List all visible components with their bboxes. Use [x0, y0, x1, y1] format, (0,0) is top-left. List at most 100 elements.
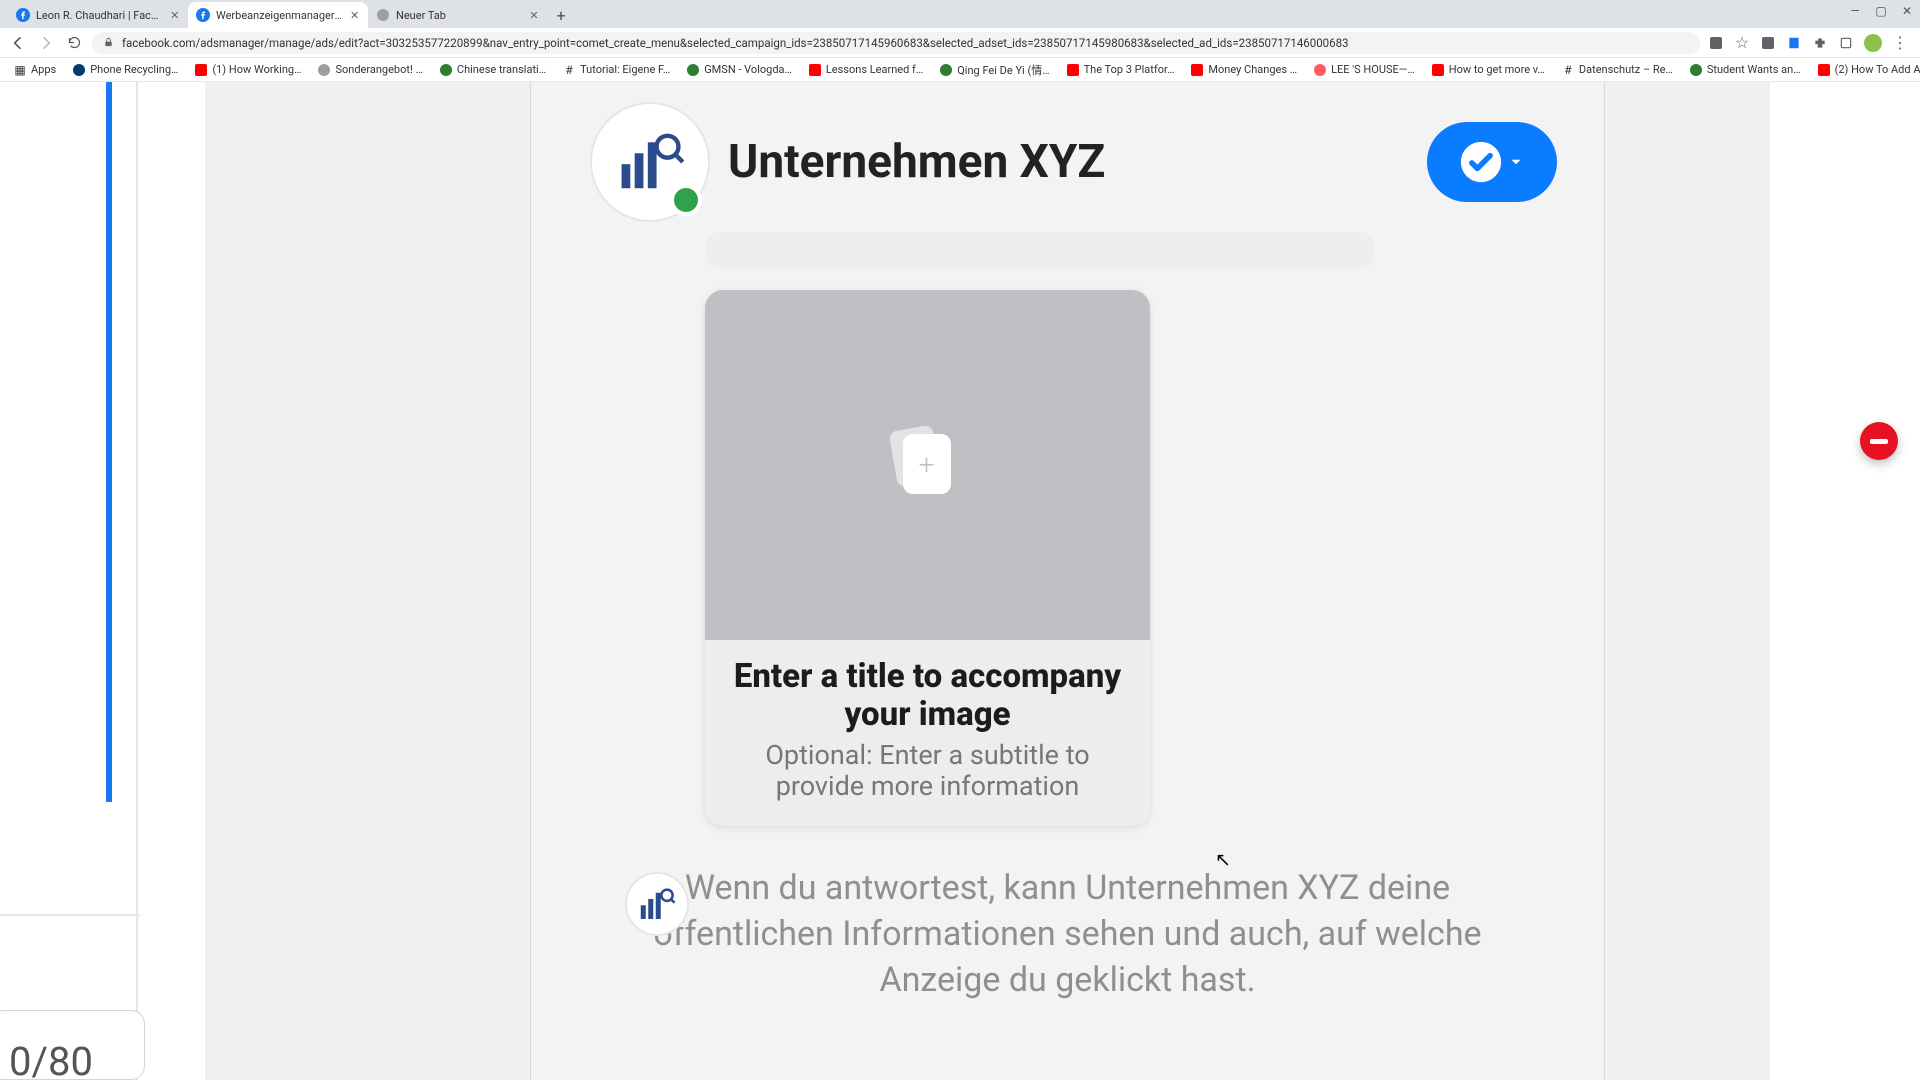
- stop-recording-button[interactable]: [1860, 422, 1898, 460]
- card-subtitle[interactable]: Optional: Enter a subtitle to provide mo…: [725, 740, 1130, 802]
- bookmark-label: Sonderangebot! …: [335, 63, 422, 76]
- bookmark-item[interactable]: Lessons Learned f…: [803, 61, 928, 79]
- bookmark-item[interactable]: (1) How Working…: [189, 61, 306, 79]
- browser-tab-2[interactable]: Neuer Tab ✕: [368, 2, 548, 28]
- menu-icon[interactable]: ⋮: [1892, 35, 1908, 51]
- counter-text: 0/80: [9, 1038, 93, 1080]
- bookmark-label: (2) How To Add A…: [1835, 63, 1920, 76]
- youtube-icon: [194, 63, 208, 77]
- bookmark-label: LEE 'S HOUSE—…: [1331, 63, 1415, 76]
- close-icon[interactable]: ✕: [528, 9, 540, 21]
- bookmark-item[interactable]: LEE 'S HOUSE—…: [1308, 61, 1420, 79]
- toolbar-right: ☆ ⋮: [1708, 34, 1912, 52]
- bookmark-item[interactable]: Qing Fei De Yi (情…: [934, 60, 1054, 80]
- presence-indicator: [670, 184, 702, 216]
- airbnb-icon: [1313, 63, 1327, 77]
- maximize-icon[interactable]: ▢: [1874, 4, 1888, 18]
- extension-icon[interactable]: [1760, 35, 1776, 51]
- facebook-icon: [16, 8, 30, 22]
- skeleton-bar: [705, 232, 1375, 268]
- bookmark-item[interactable]: Sonderangebot! …: [312, 61, 427, 79]
- puzzle-icon[interactable]: [1812, 35, 1828, 51]
- card-title[interactable]: Enter a title to accompany your image: [725, 658, 1130, 734]
- bookmark-label: The Top 3 Platfor…: [1084, 63, 1175, 76]
- bookmarks-bar: ▦Apps Phone Recycling… (1) How Working… …: [0, 58, 1920, 82]
- back-button[interactable]: [8, 33, 28, 53]
- dot-icon: [686, 63, 700, 77]
- bookmark-item[interactable]: # Tutorial: Eigene F…: [557, 61, 675, 79]
- bookmark-apps[interactable]: ▦Apps: [8, 61, 61, 79]
- url-text: facebook.com/adsmanager/manage/ads/edit?…: [122, 36, 1690, 50]
- bookmark-label: Chinese translati…: [457, 63, 546, 76]
- star-icon[interactable]: ☆: [1734, 35, 1750, 51]
- close-icon[interactable]: ✕: [349, 9, 360, 21]
- browser-tab-1[interactable]: Werbeanzeigenmanager - We ✕: [188, 2, 368, 28]
- saved-icon[interactable]: [1786, 35, 1802, 51]
- privacy-disclosure: Wenn du antwortest, kann Unternehmen XYZ…: [590, 866, 1545, 1004]
- close-window-icon[interactable]: ✕: [1900, 4, 1914, 18]
- bookmark-label: Phone Recycling…: [90, 63, 178, 76]
- minimize-icon[interactable]: —: [1848, 4, 1862, 18]
- bookmark-item[interactable]: Chinese translati…: [434, 61, 551, 79]
- mouse-cursor: ↖: [1215, 848, 1231, 871]
- page-content: 0/80 Unternehmen XYZ: [0, 82, 1920, 1080]
- reader-icon[interactable]: [1838, 35, 1854, 51]
- lock-icon: [102, 37, 114, 49]
- bookmark-item[interactable]: (2) How To Add A…: [1812, 61, 1920, 79]
- confirm-dropdown-button[interactable]: [1427, 122, 1557, 202]
- hash-icon: #: [562, 63, 576, 77]
- business-name: Unternehmen XYZ: [728, 135, 1105, 189]
- bookmark-label: GMSN - Vologda…: [704, 63, 792, 76]
- bookmark-label: How to get more v…: [1449, 63, 1545, 76]
- window-controls: — ▢ ✕: [1848, 4, 1914, 18]
- check-icon: [1459, 140, 1503, 184]
- profile-avatar[interactable]: [1864, 34, 1882, 52]
- forward-button[interactable]: [36, 33, 56, 53]
- youtube-icon: [1190, 63, 1204, 77]
- shield-icon: [317, 63, 331, 77]
- bookmark-label: Money Changes …: [1208, 63, 1297, 76]
- new-tab-button[interactable]: +: [548, 2, 574, 28]
- bookmark-label: Lessons Learned f…: [826, 63, 923, 76]
- bookmark-item[interactable]: Money Changes …: [1185, 61, 1302, 79]
- card-text-area: Enter a title to accompany your image Op…: [705, 640, 1150, 826]
- bookmark-item[interactable]: Phone Recycling…: [67, 61, 183, 79]
- close-icon[interactable]: ✕: [169, 9, 180, 21]
- panel-divider-h: [0, 914, 140, 916]
- left-accent-bar: [106, 82, 112, 802]
- bookmark-label: Tutorial: Eigene F…: [580, 63, 670, 76]
- youtube-icon: [1066, 63, 1080, 77]
- bookmark-label: Datenschutz – Re…: [1579, 63, 1673, 76]
- bookmark-label: Apps: [31, 63, 56, 76]
- address-bar[interactable]: facebook.com/adsmanager/manage/ads/edit?…: [92, 32, 1700, 54]
- bookmark-item[interactable]: GMSN - Vologda…: [681, 61, 797, 79]
- browser-tab-0[interactable]: Leon R. Chaudhari | Facebook ✕: [8, 2, 188, 28]
- image-placeholder[interactable]: +: [705, 290, 1150, 640]
- youtube-icon: [1431, 63, 1445, 77]
- gtranslate-icon[interactable]: [1708, 35, 1724, 51]
- dot-icon: [439, 63, 453, 77]
- o2-icon: [72, 63, 86, 77]
- messenger-preview: Unternehmen XYZ +: [530, 82, 1605, 1004]
- bookmark-label: (1) How Working…: [212, 63, 301, 76]
- tab-title: Werbeanzeigenmanager - We: [216, 9, 343, 22]
- bookmark-label: Qing Fei De Yi (情…: [957, 62, 1049, 78]
- tab-title: Leon R. Chaudhari | Facebook: [36, 9, 163, 22]
- sender-avatar: [625, 872, 689, 936]
- bookmark-item[interactable]: #Datenschutz – Re…: [1556, 61, 1678, 79]
- tab-title: Neuer Tab: [396, 9, 522, 22]
- chevron-down-icon: [1507, 153, 1525, 171]
- reload-button[interactable]: [64, 33, 84, 53]
- youtube-icon: [808, 63, 822, 77]
- add-image-icon: +: [903, 434, 953, 496]
- bookmark-item[interactable]: The Top 3 Platfor…: [1061, 61, 1180, 79]
- image-card[interactable]: + Enter a title to accompany your image …: [705, 290, 1150, 826]
- bookmark-item[interactable]: How to get more v…: [1426, 61, 1550, 79]
- bookmark-item[interactable]: Student Wants an…: [1684, 61, 1806, 79]
- gutter-left: [205, 82, 295, 1080]
- dot-icon: [1689, 63, 1703, 77]
- counter-box: 0/80: [0, 1010, 145, 1080]
- facebook-icon: [196, 8, 210, 22]
- preview-header: Unternehmen XYZ: [530, 82, 1605, 232]
- youtube-icon: [1817, 63, 1831, 77]
